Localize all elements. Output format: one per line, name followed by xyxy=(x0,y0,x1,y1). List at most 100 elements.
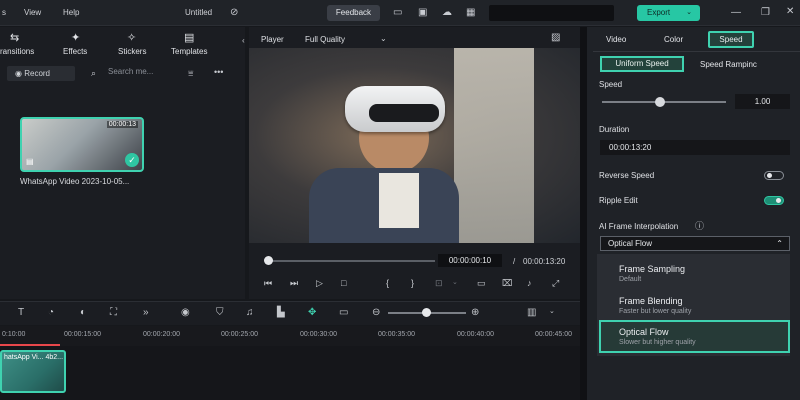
chevron-left-icon[interactable]: ‹ xyxy=(242,36,245,46)
reverse-speed-toggle[interactable] xyxy=(764,171,784,180)
video-track[interactable] xyxy=(0,346,580,400)
search-icon: ⌕ xyxy=(91,68,97,78)
zoom-slider-handle[interactable] xyxy=(422,308,431,317)
subtab-uniform-speed[interactable]: Uniform Speed xyxy=(600,56,684,72)
speed-icon[interactable]: ◔ xyxy=(48,307,54,318)
stop-icon[interactable]: □ xyxy=(341,278,346,288)
chevron-down-icon[interactable]: ⌄ xyxy=(380,34,387,44)
record-icon: ◉ xyxy=(15,69,22,78)
previous-frame-icon[interactable]: ⏮ xyxy=(264,278,272,289)
snapshot-icon[interactable]: ▨ xyxy=(551,33,560,43)
project-status-icon[interactable]: ⊘ xyxy=(230,8,238,18)
speed-slider-handle[interactable] xyxy=(655,97,665,107)
mark-in-icon[interactable]: { xyxy=(386,278,389,288)
record-label: Record xyxy=(24,69,51,78)
display-icon[interactable]: ▭ xyxy=(477,278,486,289)
filter-icon[interactable]: ⩸ xyxy=(188,68,193,78)
media-search-input[interactable]: Search me... xyxy=(108,67,153,76)
video-type-icon: ▤ xyxy=(26,157,34,166)
panel-divider[interactable] xyxy=(580,27,587,400)
minimize-icon[interactable]: — xyxy=(731,8,741,18)
check-icon: ✓ xyxy=(125,153,139,167)
monitor-icon[interactable]: ▭ xyxy=(393,8,402,18)
zoom-out-icon[interactable]: ⊖ xyxy=(372,307,380,318)
feedback-button[interactable]: Feedback xyxy=(327,5,380,21)
restore-icon[interactable]: ❐ xyxy=(761,8,770,18)
menu-item-view[interactable]: View xyxy=(24,8,41,17)
effects-icon[interactable]: ✦ xyxy=(71,31,80,44)
grid-icon[interactable]: ▦ xyxy=(466,8,475,18)
text-icon[interactable]: T xyxy=(18,307,24,318)
play-icon[interactable]: ▷ xyxy=(316,278,323,289)
insert-icon[interactable]: ⊡ xyxy=(435,278,443,289)
tab-stickers[interactable]: Stickers xyxy=(118,47,146,56)
fullscreen-icon[interactable]: ⤢ xyxy=(552,278,559,289)
tab-color[interactable]: Color xyxy=(664,35,683,44)
ripple-edit-label: Ripple Edit xyxy=(599,196,638,205)
current-time[interactable]: 00:00:00:10 xyxy=(438,254,502,267)
transitions-icon[interactable]: ⇆ xyxy=(10,31,19,44)
close-icon[interactable]: ✕ xyxy=(786,7,794,17)
camera-icon[interactable]: ⌧ xyxy=(502,278,512,289)
record-button[interactable]: ◉ Record xyxy=(7,66,75,81)
menu-item-file[interactable]: s xyxy=(2,8,6,17)
speed-label: Speed xyxy=(599,80,623,89)
chevron-up-icon: ⌃ xyxy=(776,239,783,248)
reverse-speed-label: Reverse Speed xyxy=(599,171,655,180)
interpolation-select[interactable]: Optical Flow ⌃ xyxy=(600,236,790,251)
player-label: Player xyxy=(261,35,284,44)
media-thumbnail[interactable]: 00:00:13 ▤ ✓ xyxy=(20,117,144,172)
top-search-input[interactable] xyxy=(489,5,614,21)
chevron-down-icon[interactable]: ⌄ xyxy=(686,5,692,21)
chevron-down-icon[interactable]: ⌄ xyxy=(549,307,555,315)
quality-select[interactable]: Full Quality xyxy=(305,35,345,44)
interpolation-select-value: Optical Flow xyxy=(608,239,653,248)
ripple-edit-toggle[interactable] xyxy=(764,196,784,205)
ruler-tick: 0:10:00 xyxy=(2,331,26,338)
time-separator: / xyxy=(513,257,516,266)
playback-progress-handle[interactable] xyxy=(264,256,273,265)
media-name: WhatsApp Video 2023-10-05... xyxy=(20,177,130,186)
tab-video[interactable]: Video xyxy=(606,35,626,44)
shield-icon[interactable]: ⛉ xyxy=(216,307,224,318)
mark-out-icon[interactable]: } xyxy=(411,278,414,288)
cloud-icon[interactable]: ☁ xyxy=(442,8,452,18)
ai-interpolation-label: AI Frame Interpolation xyxy=(599,222,679,231)
total-time: 00:00:13:20 xyxy=(523,257,566,266)
marker-icon[interactable]: ▙ xyxy=(277,307,285,318)
volume-icon[interactable]: ♪ xyxy=(527,278,532,288)
tab-speed[interactable]: Speed xyxy=(708,31,754,48)
option-frame-blending[interactable]: Frame Blending xyxy=(619,296,683,306)
layout-grid-icon[interactable]: ▥ xyxy=(527,307,536,318)
tab-effects[interactable]: Effects xyxy=(63,47,87,56)
audio-icon[interactable]: ♫ xyxy=(246,307,254,318)
timeline-clip[interactable]: hatsApp Vi... 4b2... xyxy=(0,350,66,393)
more-tools-icon[interactable]: » xyxy=(143,307,149,318)
tab-transitions[interactable]: ransitions xyxy=(0,47,34,56)
playback-progress-track[interactable] xyxy=(265,260,435,262)
magnet-icon[interactable]: ✥ xyxy=(308,307,316,318)
subtab-speed-ramping[interactable]: Speed Rampinc xyxy=(700,60,770,69)
more-icon[interactable]: ••• xyxy=(214,67,223,77)
duration-input[interactable]: 00:00:13:20 xyxy=(600,140,790,155)
video-preview[interactable] xyxy=(249,48,580,243)
menu-item-help[interactable]: Help xyxy=(63,8,79,17)
tab-templates[interactable]: Templates xyxy=(171,47,207,56)
screen-icon[interactable]: ▭ xyxy=(339,307,348,318)
child-shirt xyxy=(379,173,419,228)
speed-value-input[interactable]: 1.00 xyxy=(735,94,790,109)
option-optical-flow[interactable]: Optical Flow xyxy=(619,327,669,337)
option-frame-sampling[interactable]: Frame Sampling xyxy=(619,264,685,274)
color-palette-icon[interactable]: ◐ xyxy=(80,307,86,318)
save-icon[interactable]: ▣ xyxy=(418,8,427,18)
step-forward-icon[interactable]: ⏭ xyxy=(290,278,298,289)
scene-detect-icon[interactable]: ◉ xyxy=(181,307,190,318)
help-icon[interactable]: ⓘ xyxy=(695,221,704,231)
stickers-icon[interactable]: ✧ xyxy=(127,31,136,44)
crop-icon[interactable]: ⛶ xyxy=(110,307,117,318)
zoom-in-icon[interactable]: ⊕ xyxy=(471,307,479,318)
templates-icon[interactable]: ▤ xyxy=(184,31,194,44)
chevron-down-icon[interactable]: ⌄ xyxy=(452,278,458,286)
ruler-tick: 00:00:30:00 xyxy=(300,331,337,338)
export-button[interactable]: Export ⌄ xyxy=(637,5,700,21)
